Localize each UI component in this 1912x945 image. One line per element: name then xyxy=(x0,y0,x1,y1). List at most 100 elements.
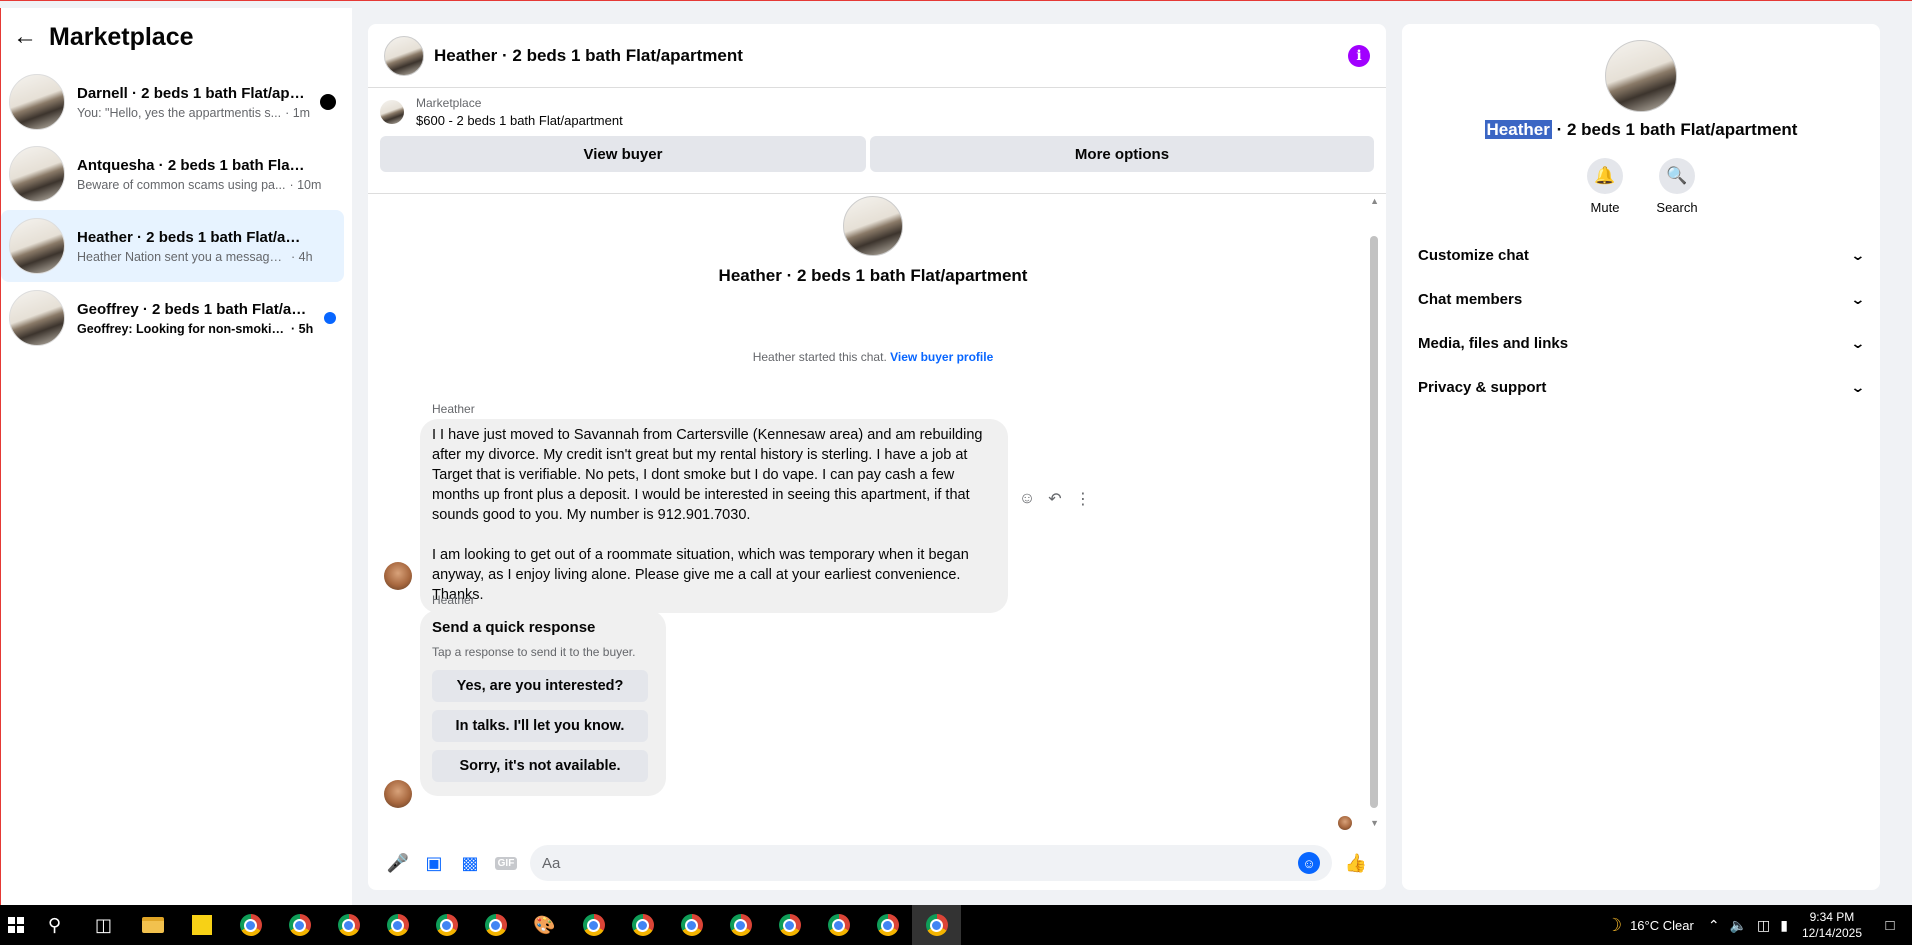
sidebar-title: Marketplace xyxy=(49,22,194,51)
conversation-item-antquesha[interactable]: Antquesha · 2 beds 1 bath Flat/apa... Be… xyxy=(1,138,352,210)
view-buyer-profile-link[interactable]: View buyer profile xyxy=(890,350,993,364)
chat-avatar[interactable] xyxy=(384,35,424,76)
chrome-profile-icon-active[interactable] xyxy=(912,905,961,945)
info-icon[interactable]: i xyxy=(1348,44,1370,67)
taskbar-clock[interactable]: 9:34 PM 12/14/2025 xyxy=(1802,909,1862,941)
search-button[interactable]: 🔍 Search xyxy=(1656,158,1698,215)
chrome-profile-icon[interactable] xyxy=(275,905,324,945)
notification-icon[interactable]: □ xyxy=(1878,905,1902,945)
chat-title[interactable]: Heather · 2 beds 1 bath Flat/apartment xyxy=(434,46,1348,66)
chrome-profile-icon[interactable] xyxy=(765,905,814,945)
listing-thumbnail[interactable] xyxy=(380,100,404,124)
started-text: Heather started this chat. xyxy=(752,350,887,364)
chevron-down-icon: ⌄ xyxy=(1850,334,1866,351)
chrome-profile-icon[interactable] xyxy=(569,905,618,945)
sticky-notes-icon[interactable] xyxy=(177,905,226,945)
more-options-button[interactable]: More options xyxy=(870,136,1374,172)
chevron-up-icon[interactable]: ⌃ xyxy=(1708,917,1720,934)
chat-panel: Heather · 2 beds 1 bath Flat/apartment i… xyxy=(368,24,1386,890)
section-customize-chat[interactable]: Customize chat ⌄ xyxy=(1410,233,1872,277)
message-input-box[interactable]: ☺ xyxy=(530,845,1332,881)
weather-widget[interactable]: ☽ 16°C Clear xyxy=(1606,915,1694,936)
listing-thumbnail xyxy=(9,74,65,130)
search-label: Search xyxy=(1656,200,1698,215)
section-media-files-links[interactable]: Media, files and links ⌄ xyxy=(1410,321,1872,365)
sticker-icon[interactable]: ▩ xyxy=(452,845,488,881)
photo-icon[interactable]: ▣ xyxy=(416,845,452,881)
emoji-icon[interactable]: ☺ xyxy=(1298,852,1320,874)
mute-label: Mute xyxy=(1590,200,1620,215)
message-input[interactable] xyxy=(542,854,1298,872)
clock-time: 9:34 PM xyxy=(1809,910,1855,924)
view-buyer-button[interactable]: View buyer xyxy=(380,136,866,172)
reply-icon[interactable]: ↶ xyxy=(1046,489,1064,509)
task-view-icon[interactable]: ◫ xyxy=(79,905,128,945)
conversation-sidebar: ← Marketplace Darnell · 2 beds 1 bath Fl… xyxy=(0,8,352,905)
start-button[interactable] xyxy=(2,905,30,945)
windows-taskbar: ⚲ ◫ 🎨 ☽ 16°C Clear ⌃ 🔈 ◫ ▮ 9:34 PM 12/14… xyxy=(0,905,1912,945)
section-chat-members[interactable]: Chat members ⌄ xyxy=(1410,277,1872,321)
chrome-profile-icon[interactable] xyxy=(618,905,667,945)
info-avatar xyxy=(1605,40,1677,112)
paint-app-icon[interactable]: 🎨 xyxy=(520,905,569,945)
chrome-icon[interactable] xyxy=(226,905,275,945)
volume-icon[interactable]: 🔈 xyxy=(1730,917,1747,934)
conversation-item-heather[interactable]: Heather · 2 beds 1 bath Flat/apart... He… xyxy=(1,210,344,282)
listing-banner: Marketplace $600 - 2 beds 1 bath Flat/ap… xyxy=(368,88,1386,194)
conversation-snippet: You: "Hello, yes the appartmentis s... xyxy=(77,105,282,120)
scrollbar-thumb[interactable] xyxy=(1370,236,1378,808)
listing-thumbnail xyxy=(9,290,65,346)
quick-response-not-available-button[interactable]: Sorry, it's not available. xyxy=(432,750,648,782)
quick-response-in-talks-button[interactable]: In talks. I'll let you know. xyxy=(432,710,648,742)
microphone-icon[interactable]: 🎤 xyxy=(380,845,416,881)
listing-thumbnail xyxy=(9,146,65,202)
chrome-profile-icon[interactable] xyxy=(814,905,863,945)
chrome-profile-icon[interactable] xyxy=(422,905,471,945)
quick-response-bubble: Send a quick response Tap a response to … xyxy=(420,610,666,796)
section-label: Privacy & support xyxy=(1418,378,1547,396)
scroll-down-arrow[interactable]: ▼ xyxy=(1370,818,1379,828)
message-text: I I have just moved to Savannah from Car… xyxy=(432,427,983,603)
weather-text: 16°C Clear xyxy=(1630,917,1694,933)
quick-response-subtitle: Tap a response to send it to the buyer. xyxy=(432,645,636,659)
chrome-profile-icon[interactable] xyxy=(471,905,520,945)
chrome-profile-icon[interactable] xyxy=(373,905,422,945)
intro-avatar xyxy=(843,196,903,256)
react-emoji-icon[interactable]: ☺ xyxy=(1018,490,1036,508)
thumbs-up-icon[interactable]: 👍 xyxy=(1338,845,1374,881)
conversation-time: · 10m xyxy=(289,177,322,192)
system-tray: ☽ 16°C Clear ⌃ 🔈 ◫ ▮ 9:34 PM 12/14/2025 … xyxy=(1606,905,1912,945)
chrome-profile-icon[interactable] xyxy=(324,905,373,945)
more-vertical-icon[interactable]: ⋮ xyxy=(1074,489,1092,509)
battery-icon[interactable]: ▮ xyxy=(1780,917,1788,934)
chat-intro: Heather · 2 beds 1 bath Flat/apartment xyxy=(368,196,1378,286)
message-composer: 🎤 ▣ ▩ GIF ☺ 👍 xyxy=(368,836,1386,890)
message-thread[interactable]: ▲ ▼ Heather · 2 beds 1 bath Flat/apartme… xyxy=(368,196,1386,836)
chrome-profile-icon[interactable] xyxy=(716,905,765,945)
conversation-snippet: Beware of common scams using pa... xyxy=(77,177,286,192)
chat-header: Heather · 2 beds 1 bath Flat/apartment i xyxy=(368,24,1386,88)
listing-price-title[interactable]: $600 - 2 beds 1 bath Flat/apartment xyxy=(416,113,623,128)
section-label: Media, files and links xyxy=(1418,334,1569,352)
file-explorer-icon[interactable] xyxy=(128,905,177,945)
quick-response-yes-button[interactable]: Yes, are you interested? xyxy=(432,670,648,702)
moon-icon: ☽ xyxy=(1605,914,1623,935)
mute-button[interactable]: 🔔 Mute xyxy=(1585,158,1625,215)
chrome-profile-icon[interactable] xyxy=(667,905,716,945)
section-privacy-support[interactable]: Privacy & support ⌄ xyxy=(1410,365,1872,409)
message-sender: Heather xyxy=(432,402,475,416)
sender-avatar[interactable] xyxy=(384,780,412,808)
conversation-snippet: Heather Nation sent you a message a... xyxy=(77,249,287,264)
search-taskbar-icon[interactable]: ⚲ xyxy=(30,905,79,945)
network-icon[interactable]: ◫ xyxy=(1757,917,1770,934)
conversation-name: Darnell · 2 beds 1 bath Flat/apar... xyxy=(77,84,309,102)
message-bubble[interactable]: I I have just moved to Savannah from Car… xyxy=(420,419,1008,613)
seen-indicator-avatar xyxy=(1338,816,1352,830)
section-label: Customize chat xyxy=(1418,246,1529,264)
chrome-profile-icon[interactable] xyxy=(863,905,912,945)
conversation-item-darnell[interactable]: Darnell · 2 beds 1 bath Flat/apar... You… xyxy=(1,66,352,138)
sender-avatar[interactable] xyxy=(384,562,412,590)
gif-icon[interactable]: GIF xyxy=(488,845,524,881)
conversation-item-geoffrey[interactable]: Geoffrey · 2 beds 1 bath Flat/apa... Geo… xyxy=(1,282,352,354)
back-arrow-icon[interactable]: ← xyxy=(13,23,37,50)
